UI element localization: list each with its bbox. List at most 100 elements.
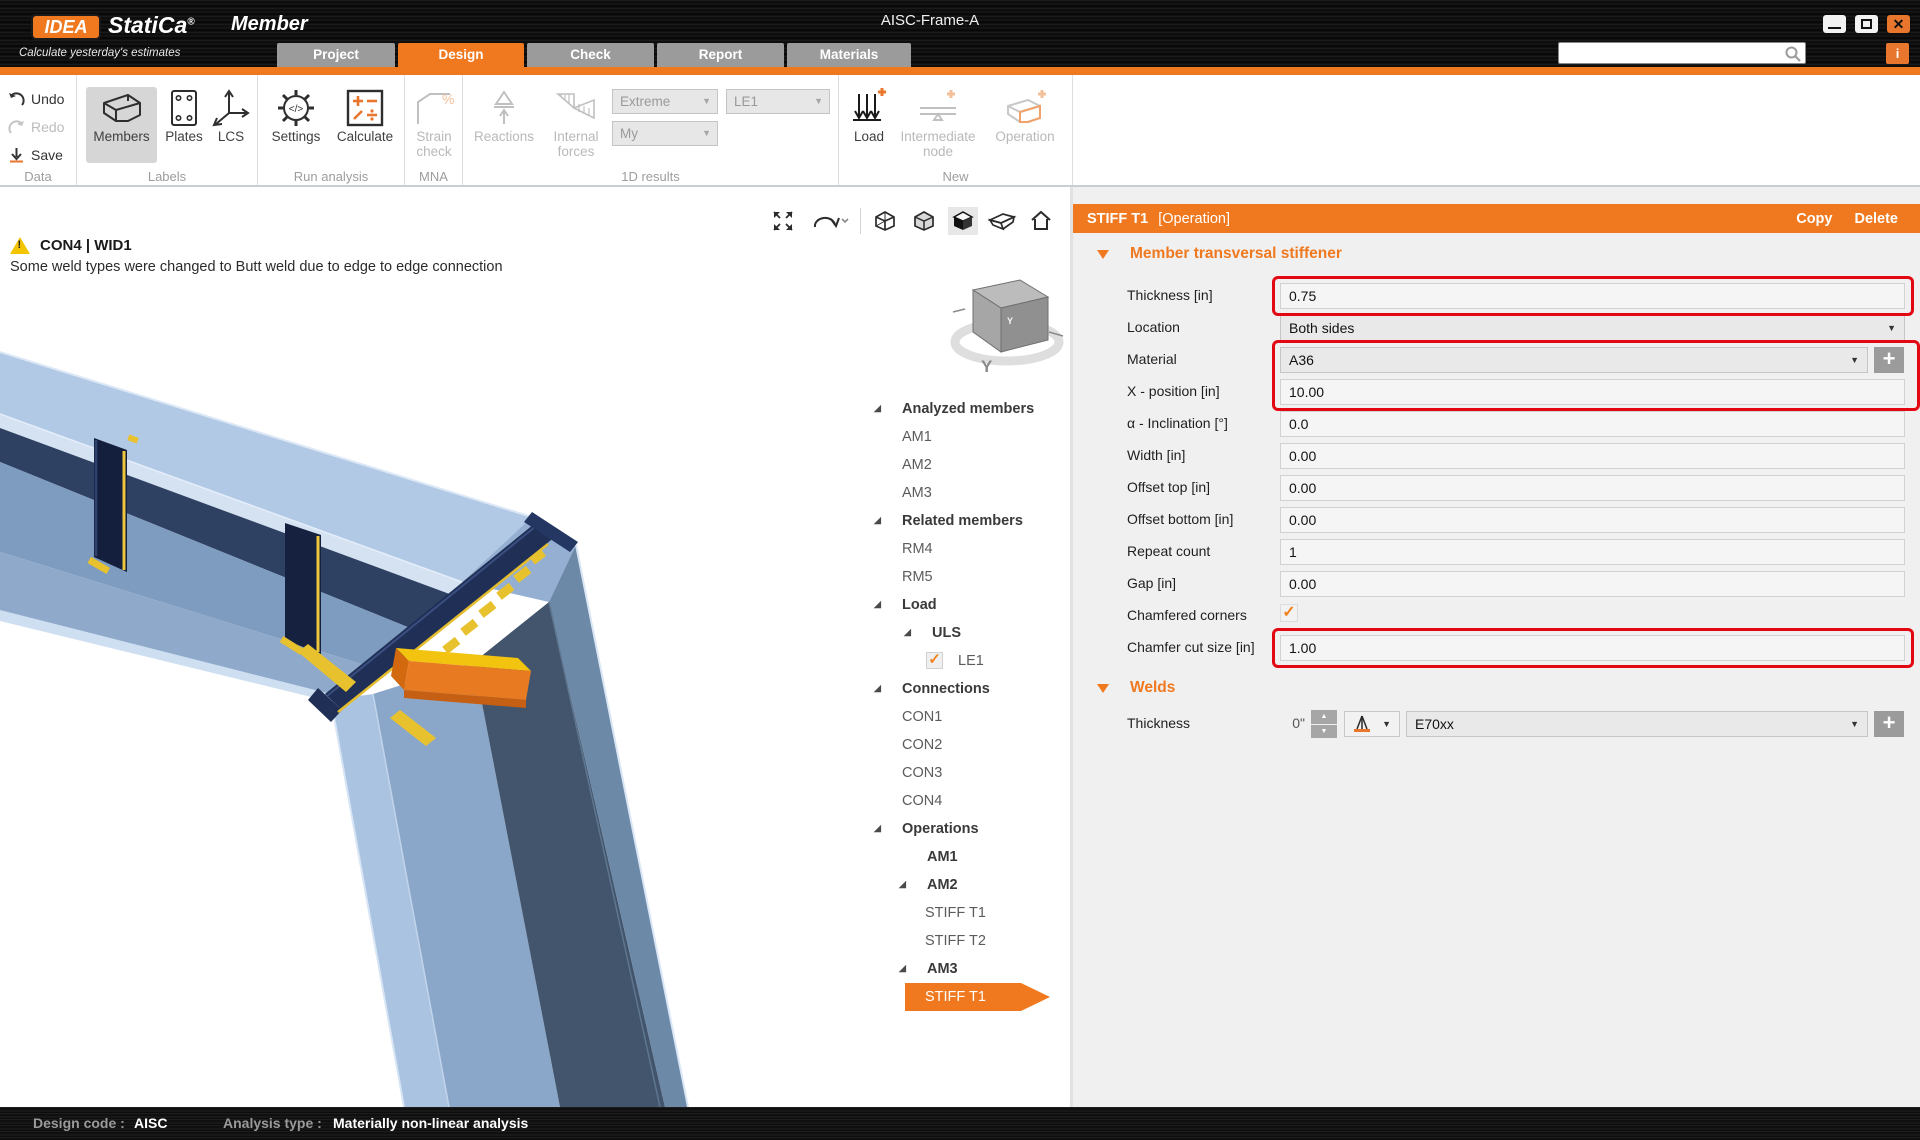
section-stiffener-header[interactable]: Member transversal stiffener	[1073, 245, 1920, 267]
info-button[interactable]: i	[1886, 43, 1909, 64]
gap-input[interactable]	[1280, 571, 1905, 597]
undo-button[interactable]: Undo	[8, 91, 64, 107]
strain-check-button[interactable]: % Strain check	[409, 87, 459, 163]
tree-item-le1[interactable]: ✓LE1	[870, 647, 1070, 675]
offset-top-input[interactable]	[1280, 475, 1905, 501]
tree-expander-icon[interactable]: ◢	[904, 627, 911, 638]
tree-item-am2[interactable]: AM2	[870, 451, 1070, 479]
tree-group-analyzed-members[interactable]: ◢Analyzed members	[870, 395, 1070, 423]
tree-group-uls[interactable]: ◢ULS	[870, 619, 1070, 647]
tree-group-load[interactable]: ◢Load	[870, 591, 1070, 619]
tree-expander-icon[interactable]: ◢	[899, 963, 906, 974]
view-cube[interactable]: Y Y	[945, 272, 1065, 377]
tree-expander-icon[interactable]: ◢	[874, 403, 881, 414]
add-material-button[interactable]: +	[1874, 347, 1904, 373]
minimize-button[interactable]	[1823, 15, 1846, 33]
selected-tree-item[interactable]: STIFF T1	[905, 983, 1050, 1011]
stepper-up-icon[interactable]: ▲	[1311, 710, 1337, 724]
tab-report[interactable]: Report	[657, 43, 784, 67]
material-dropdown[interactable]: A36▼	[1280, 347, 1868, 373]
transparent-view-button[interactable]	[909, 207, 939, 235]
close-button[interactable]: ✕	[1887, 15, 1910, 33]
calculate-button[interactable]: Calculate	[330, 87, 400, 163]
tree-item-am3[interactable]: AM3	[870, 479, 1070, 507]
tree-expander-icon[interactable]: ◢	[899, 879, 906, 890]
extreme-dropdown[interactable]: Extreme▼	[612, 89, 718, 114]
solid-view-button[interactable]	[948, 207, 978, 235]
members-button[interactable]: Members	[86, 87, 157, 163]
inclination-input[interactable]	[1280, 411, 1905, 437]
search-box[interactable]	[1558, 42, 1806, 64]
tab-materials[interactable]: Materials	[787, 43, 911, 67]
tree-item-con3[interactable]: CON3	[870, 759, 1070, 787]
maximize-button[interactable]	[1855, 15, 1878, 33]
collapse-triangle-icon[interactable]	[1097, 250, 1109, 259]
collapse-triangle-icon[interactable]	[1097, 684, 1109, 693]
thickness-input[interactable]	[1280, 283, 1905, 309]
tree-item-op-am2[interactable]: ◢AM2	[870, 871, 1070, 899]
new-load-button[interactable]: Load	[845, 87, 893, 163]
rotate-view-button[interactable]	[807, 207, 851, 235]
loadcase-dropdown[interactable]: LE1▼	[726, 89, 830, 114]
load-icon	[849, 87, 889, 129]
tree-item-op-am3[interactable]: ◢AM3	[870, 955, 1070, 983]
3d-viewport[interactable]: CON4 | WID1 Some weld types were changed…	[0, 187, 1070, 1107]
tree-group-related-members[interactable]: ◢Related members	[870, 507, 1070, 535]
section-view-button[interactable]	[987, 207, 1017, 235]
delete-button[interactable]: Delete	[1854, 211, 1898, 227]
plates-button[interactable]: Plates	[161, 87, 207, 163]
tree-label: CON3	[902, 765, 942, 781]
new-operation-button[interactable]: Operation	[985, 87, 1065, 163]
copy-button[interactable]: Copy	[1796, 211, 1832, 227]
tree-item-rm5[interactable]: RM5	[870, 563, 1070, 591]
tree-expander-icon[interactable]: ◢	[874, 683, 881, 694]
component-dropdown[interactable]: My▼	[612, 121, 718, 146]
checkbox-checked[interactable]: ✓	[926, 652, 943, 669]
wireframe-view-button[interactable]	[870, 207, 900, 235]
tree-item-con2[interactable]: CON2	[870, 731, 1070, 759]
tree-item-rm4[interactable]: RM4	[870, 535, 1070, 563]
width-input[interactable]	[1280, 443, 1905, 469]
tree-item-stiff-t1-am3-selected[interactable]: STIFF T1	[870, 983, 1070, 1011]
search-input[interactable]	[1563, 44, 1781, 62]
tree-item-con1[interactable]: CON1	[870, 703, 1070, 731]
tree-item-op-am1[interactable]: AM1	[870, 843, 1070, 871]
tree-expander-icon[interactable]: ◢	[874, 823, 881, 834]
tree-expander-icon[interactable]: ◢	[874, 515, 881, 526]
settings-button[interactable]: </> Settings	[264, 87, 328, 163]
tree-group-connections[interactable]: ◢Connections	[870, 675, 1070, 703]
tree-label: CON4	[902, 793, 942, 809]
tree-item-am1[interactable]: AM1	[870, 423, 1070, 451]
home-view-button[interactable]	[1026, 207, 1056, 235]
tree-item-con4[interactable]: CON4	[870, 787, 1070, 815]
tab-check[interactable]: Check	[527, 43, 654, 67]
location-dropdown[interactable]: Both sides▼	[1280, 315, 1905, 341]
stepper-down-icon[interactable]: ▼	[1311, 725, 1337, 739]
chevron-down-icon: ▼	[702, 122, 711, 145]
reactions-button[interactable]: Reactions	[468, 87, 540, 163]
tab-project[interactable]: Project	[277, 43, 395, 67]
tab-design[interactable]: Design	[398, 43, 524, 67]
internal-forces-button[interactable]: Internal forces	[543, 87, 609, 163]
material-label: Material	[1127, 351, 1177, 367]
weld-type-dropdown[interactable]: ▼	[1344, 711, 1400, 737]
tree-item-stiff-t2-am2[interactable]: STIFF T2	[870, 927, 1070, 955]
lcs-button[interactable]: LCS	[210, 87, 252, 163]
tree-expander-icon[interactable]: ◢	[874, 599, 881, 610]
weld-thickness-stepper[interactable]: ▲ ▼	[1311, 710, 1337, 738]
save-button[interactable]: Save	[8, 147, 63, 163]
chamfer-cut-size-input[interactable]	[1280, 635, 1905, 661]
x-position-input[interactable]	[1280, 379, 1905, 405]
zoom-fit-button[interactable]	[768, 207, 798, 235]
new-intermediate-node-button[interactable]: Intermediate node	[895, 87, 981, 163]
section-welds-header[interactable]: Welds	[1073, 679, 1920, 701]
chamfered-corners-checkbox[interactable]: ✓	[1280, 604, 1298, 622]
tree-item-stiff-t1-am2[interactable]: STIFF T1	[870, 899, 1070, 927]
electrode-dropdown[interactable]: E70xx▼	[1406, 711, 1868, 737]
offset-top-label: Offset top [in]	[1127, 479, 1210, 495]
repeat-count-input[interactable]	[1280, 539, 1905, 565]
add-weld-material-button[interactable]: +	[1874, 711, 1904, 737]
offset-bottom-input[interactable]	[1280, 507, 1905, 533]
tree-group-operations[interactable]: ◢Operations	[870, 815, 1070, 843]
redo-button[interactable]: Redo	[8, 119, 64, 135]
